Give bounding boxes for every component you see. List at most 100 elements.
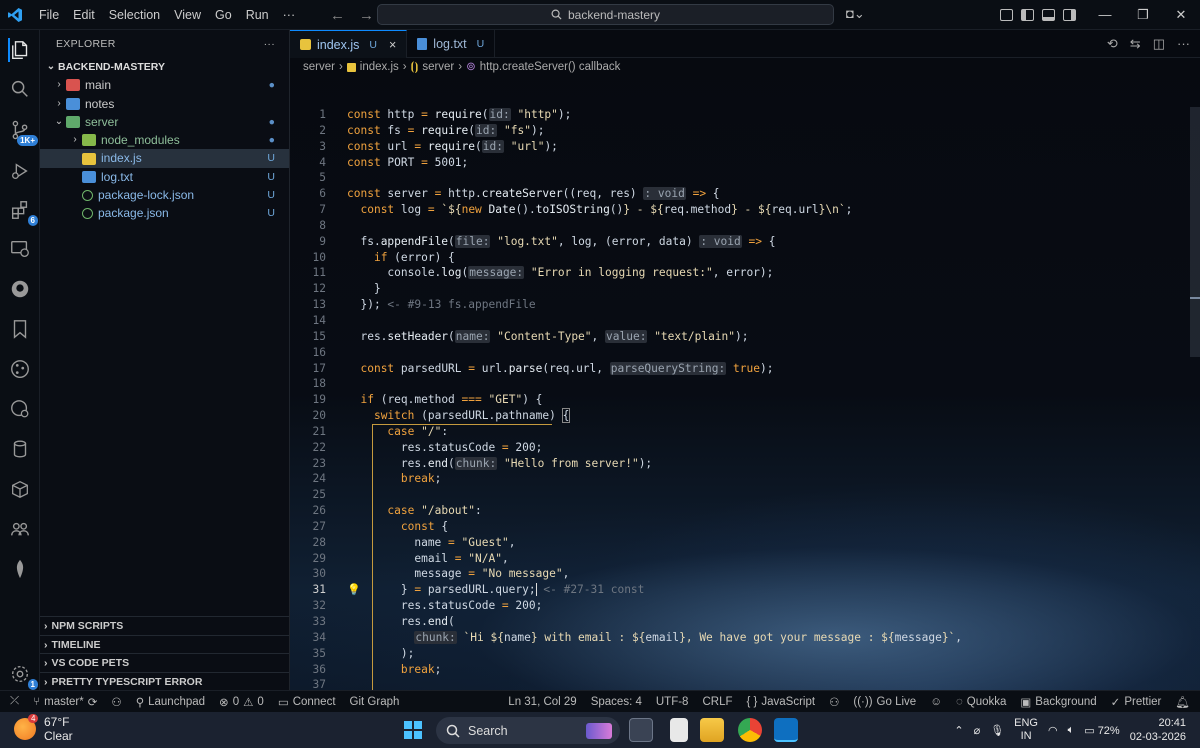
menu-more[interactable]: ··· [276,0,303,30]
code-line: 31 💡 } = parsedURL.query; <- #27-31 const [290,582,1200,598]
status-bar: ⤫ ⑂ master* ⟳ ⚇ ⚲ Launchpad ⊗ 0 ⚠ 0 ▭ Connect G… [0,690,1200,712]
more-actions-icon[interactable]: ··· [1177,36,1190,52]
tree-item-server[interactable]: ⌄ server ● [40,113,289,131]
breadcrumb-item[interactable]: http.createServer() callback [480,58,621,76]
menu-file[interactable]: File [32,0,66,30]
git-graph-icon[interactable] [8,357,32,381]
weather-widget[interactable]: 4 67°F Clear [14,714,73,743]
windows-start-icon[interactable] [404,721,422,739]
forward-arrow-icon[interactable]: → [359,7,374,24]
line-number: 4 [319,155,326,169]
tree-item-notes[interactable]: › notes [40,95,289,113]
quokka-button[interactable]: ◌ Quokka [949,696,1013,708]
tree-item-node-modules[interactable]: › node_modules ● [40,131,289,149]
menu-view[interactable]: View [167,0,208,30]
go-live-button[interactable]: ((·)) Go Live [846,696,923,708]
indentation[interactable]: Spaces: 4 [584,696,649,708]
language-mode[interactable]: { } JavaScript [740,696,823,708]
encoding[interactable]: UTF-8 [649,696,696,708]
project-folder-row[interactable]: ⌄ BACKEND-MASTERY [40,58,289,76]
tray-overflow-icon[interactable]: ⌃ [954,724,963,737]
launchpad-button[interactable]: ⚲ Launchpad [129,695,212,709]
bookmarks-icon[interactable] [8,317,32,341]
search-icon[interactable] [8,77,32,101]
language-indicator[interactable]: ENG IN [1014,717,1038,743]
close-icon[interactable]: ✕ [1162,0,1200,30]
maximize-icon[interactable]: ❐ [1124,0,1162,30]
end-of-line[interactable]: CRLF [695,696,739,708]
customize-layout-icon[interactable] [1000,9,1013,21]
problems-indicator[interactable]: ⊗ 0 ⚠ 0 [212,695,271,709]
breadcrumb-item[interactable]: server [422,58,454,76]
notifications-bell-icon[interactable]: 🔔︎ [1168,695,1200,709]
code-editor[interactable]: 1 const http = require(id: "http"); 2 cons… [290,107,1200,725]
editor-scrollbar[interactable] [1188,107,1200,687]
tab-close-icon[interactable]: × [389,38,396,52]
microphone-icon[interactable]: 🎙︎ [990,724,1004,737]
file-explorer-icon[interactable] [700,718,724,742]
back-arrow-icon[interactable]: ← [330,7,345,24]
copilot-icon[interactable]: ◘⌄ [846,6,865,22]
tree-item-package-json[interactable]: package.json U [40,204,289,222]
menu-edit[interactable]: Edit [66,0,102,30]
copilot-status-icon[interactable]: ⚇ [822,695,846,709]
split-editor-icon[interactable]: ◫ [1153,36,1165,52]
explorer-icon[interactable] [8,38,32,62]
feedback-icon[interactable]: ☺ [923,696,949,708]
breadcrumb-item[interactable]: server [303,58,335,76]
remote-indicator-icon[interactable]: ⤫ [0,695,26,708]
clock[interactable]: 20:41 02-03-2026 [1130,716,1186,744]
github-icon[interactable] [8,277,32,301]
vscode-taskbar-icon[interactable] [774,718,798,742]
tree-item-log-txt[interactable]: log.txt U [40,168,289,186]
tree-item-package-lock[interactable]: package-lock.json U [40,186,289,204]
branch-indicator[interactable]: ⑂ master* ⟳ [26,695,104,709]
explorer-more-button[interactable]: ··· [264,30,275,58]
section-timeline[interactable]: › TIMELINE [40,634,289,653]
tree-item-index-js[interactable]: index.js U [40,149,289,168]
menu-selection[interactable]: Selection [102,0,167,30]
tree-item-main[interactable]: › main ● [40,76,289,94]
section-npm-scripts[interactable]: › NPM SCRIPTS [40,616,289,634]
toggle-panel-icon[interactable] [1042,9,1055,21]
task-view-icon[interactable] [629,718,653,742]
prettier-button[interactable]: ✓ Prettier [1104,695,1169,709]
toggle-sidebar-icon[interactable] [1021,9,1034,21]
sidebar-sections: › NPM SCRIPTS › TIMELINE › VS CODE PETS › PR… [40,616,289,690]
mongodb-leaf-icon[interactable] [8,557,32,581]
toggle-secondary-sidebar-icon[interactable] [1063,9,1076,21]
battery-indicator[interactable]: ▭ 72% [1084,724,1120,737]
package-icon[interactable] [8,477,32,501]
cursor-position[interactable]: Ln 31, Col 29 [501,696,583,708]
breadcrumb-item[interactable]: index.js [360,58,399,76]
menu-run[interactable]: Run [239,0,276,30]
taskbar-search[interactable]: Search [436,717,620,744]
section-pretty-ts-error[interactable]: › PRETTY TYPESCRIPT ERROR [40,671,289,690]
section-vscode-pets[interactable]: › VS CODE PETS [40,653,289,671]
background-button[interactable]: ▣ Background [1013,695,1103,709]
live-share-icon[interactable] [8,517,32,541]
timeline-icon[interactable]: ⟲ [1107,36,1118,52]
settings-gear-icon[interactable]: 1 [8,662,38,690]
tab-index-js[interactable]: index.js U × [290,30,408,58]
git-actions-icon[interactable]: ⚇ [104,695,128,709]
docker-icon[interactable] [8,397,32,421]
tray-app-icon[interactable]: ⌀ [974,724,981,737]
connect-button[interactable]: ▭ Connect [271,695,343,709]
chevron-down-icon: ⌄ [46,61,56,72]
remote-explorer-icon[interactable] [8,237,32,261]
volume-icon[interactable]: 🔈︎ [1068,724,1075,737]
git-graph-button[interactable]: Git Graph [343,696,407,708]
chrome-icon[interactable] [738,718,762,742]
extensions-icon[interactable]: 6 [8,198,38,226]
tab-log-txt[interactable]: log.txt U [407,30,496,58]
command-center-search[interactable]: backend-mastery [377,4,834,25]
source-control-icon[interactable]: 1K+ [8,118,38,146]
wifi-icon[interactable]: ◠ [1048,724,1058,737]
compare-icon[interactable]: ⇆ [1130,36,1141,52]
minimize-icon[interactable]: — [1086,0,1124,30]
database-icon[interactable] [8,437,32,461]
notepad-icon[interactable] [670,718,688,742]
menu-go[interactable]: Go [208,0,239,30]
run-debug-icon[interactable] [8,159,32,183]
